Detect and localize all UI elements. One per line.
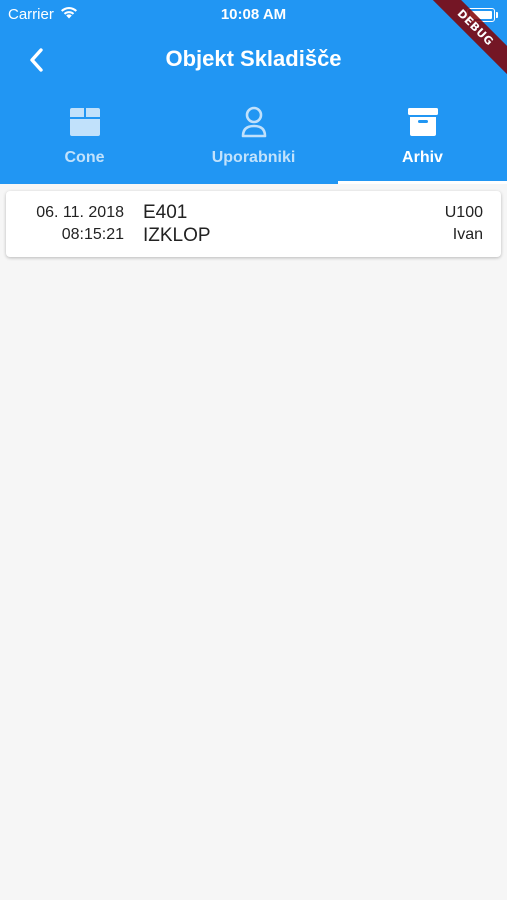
archive-list: 06. 11. 2018 08:15:21 E401 IZKLOP U100 I… [6, 191, 501, 257]
entry-time: 08:15:21 [61, 226, 124, 243]
status-bar: Carrier 10:08 AM [0, 0, 507, 28]
tab-uporabniki-label: Uporabniki [211, 149, 296, 166]
tab-bar: Cone Uporabniki Arhiv [0, 100, 507, 184]
tab-cone-label: Cone [64, 149, 105, 166]
entry-date: 06. 11. 2018 [36, 204, 124, 221]
entry-code: E401 [143, 202, 188, 223]
tab-uporabniki[interactable]: Uporabniki [169, 100, 338, 184]
entry-user-name: Ivan [452, 226, 483, 243]
person-icon [236, 105, 272, 139]
tab-cone[interactable]: Cone [0, 100, 169, 184]
tab-indicator [338, 181, 507, 184]
status-time: 10:08 AM [220, 6, 287, 23]
entry-event: IZKLOP [143, 225, 211, 246]
archive-icon [405, 105, 441, 139]
tab-arhiv[interactable]: Arhiv [338, 100, 507, 184]
archive-row[interactable]: 06. 11. 2018 08:15:21 E401 IZKLOP U100 I… [6, 191, 501, 257]
box-icon [67, 105, 103, 139]
app-bar: Carrier 10:08 AM Objekt Skladišče Cone U… [0, 0, 507, 184]
page-title: Objekt Skladišče [165, 46, 342, 71]
tab-arhiv-label: Arhiv [402, 149, 443, 166]
entry-user-code: U100 [444, 204, 483, 221]
